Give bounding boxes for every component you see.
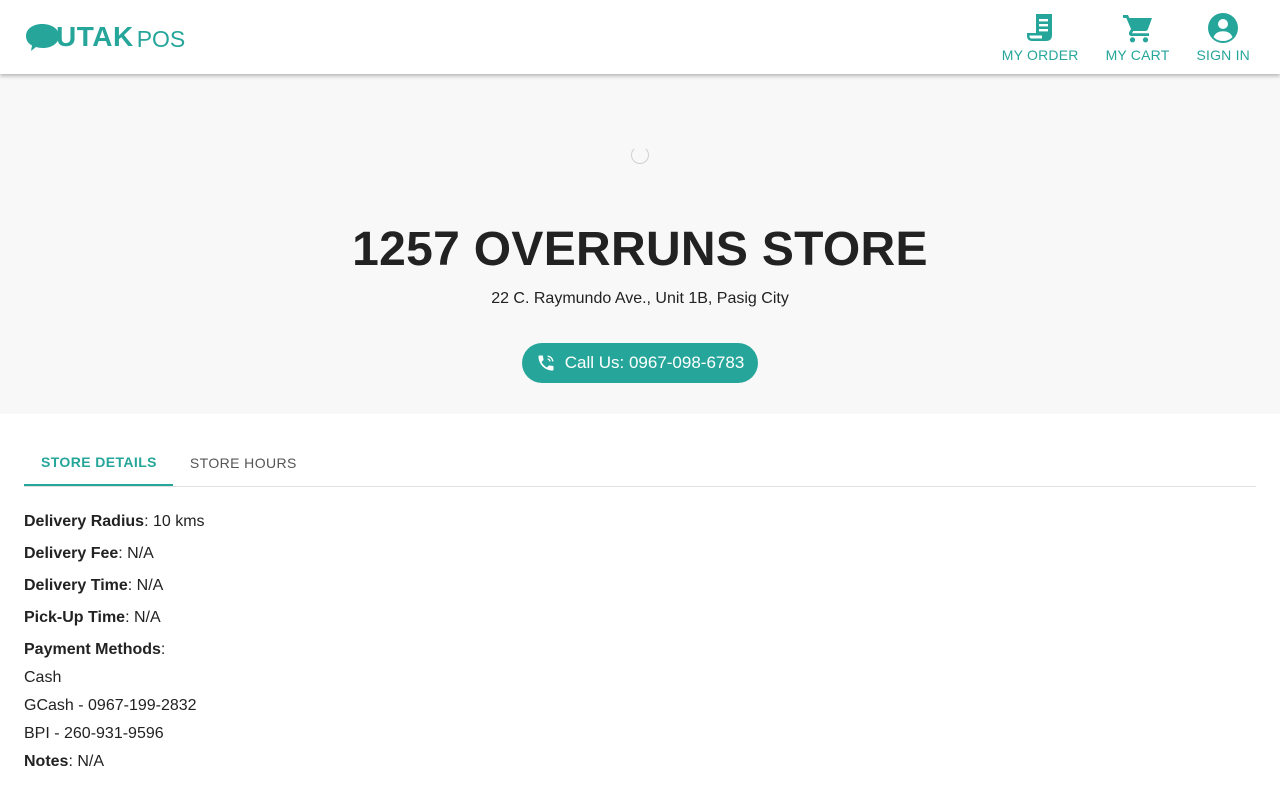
my-cart-button[interactable]: MY CART (1106, 12, 1170, 63)
loading-spinner-icon (631, 146, 649, 164)
receipt-icon (1027, 14, 1053, 41)
notes-row: Notes: N/A (24, 752, 824, 784)
payment-method-item: BPI - 260-931-9596 (24, 725, 164, 742)
delivery-fee-label: Delivery Fee (24, 545, 119, 562)
delivery-time-value: : N/A (127, 577, 164, 594)
notes-label: Notes (24, 753, 69, 770)
payment-method-item: Cash (24, 669, 62, 686)
delivery-time-row: Delivery Time: N/A (24, 576, 824, 608)
pickup-time-value: : N/A (125, 609, 161, 626)
call-us-label: Call Us: 0967-098-6783 (564, 353, 745, 372)
sign-in-label: SIGN IN (1196, 47, 1250, 63)
payment-methods-colon: : (160, 641, 166, 658)
delivery-radius-value: : 10 kms (144, 513, 205, 530)
tab-store-hours[interactable]: STORE HOURS (173, 440, 313, 486)
payment-methods-label: Payment Methods (24, 641, 161, 658)
top-header: UTAK POS MY ORDER MY CART SIGN IN (0, 0, 1280, 74)
store-name-heading: 1257 OVERRUNS STORE (352, 223, 928, 276)
utak-pos-logo[interactable]: UTAK POS (24, 20, 185, 54)
phone-icon (538, 355, 554, 371)
pickup-time-row: Pick-Up Time: N/A (24, 608, 824, 640)
delivery-fee-row: Delivery Fee: N/A (24, 544, 824, 576)
delivery-radius-label: Delivery Radius (24, 513, 145, 530)
delivery-fee-value: : N/A (118, 545, 154, 562)
notes-value: : N/A (68, 753, 105, 770)
my-order-label: MY ORDER (1001, 47, 1079, 63)
store-tabs: STORE DETAILS STORE HOURS (24, 440, 1256, 487)
payment-methods-row: Payment Methods: (24, 640, 824, 668)
tab-store-details[interactable]: STORE DETAILS (24, 440, 173, 486)
pickup-time-label: Pick-Up Time (24, 609, 126, 626)
cart-icon (1122, 15, 1152, 43)
store-address: 22 C. Raymundo Ave., Unit 1B, Pasig City (491, 290, 789, 307)
my-order-button[interactable]: MY ORDER (1002, 12, 1079, 63)
my-cart-label: MY CART (1105, 47, 1170, 63)
logo-utak-text: UTAK (56, 21, 134, 52)
delivery-time-label: Delivery Time (24, 577, 128, 594)
header-nav: MY ORDER MY CART SIGN IN (975, 12, 1250, 64)
call-us-button[interactable]: Call Us: 0967-098-6783 (522, 343, 758, 383)
logo-pos-text: POS (136, 25, 186, 52)
sign-in-button[interactable]: SIGN IN (1196, 12, 1250, 63)
store-details-panel: Delivery Radius: 10 kms Delivery Fee: N/… (24, 512, 824, 784)
payment-method-item: GCash - 0967-199-2832 (24, 697, 197, 714)
store-hero: 1257 OVERRUNS STORE 22 C. Raymundo Ave.,… (0, 74, 1280, 414)
delivery-radius-row: Delivery Radius: 10 kms (24, 512, 824, 544)
account-circle-icon (1208, 13, 1239, 43)
